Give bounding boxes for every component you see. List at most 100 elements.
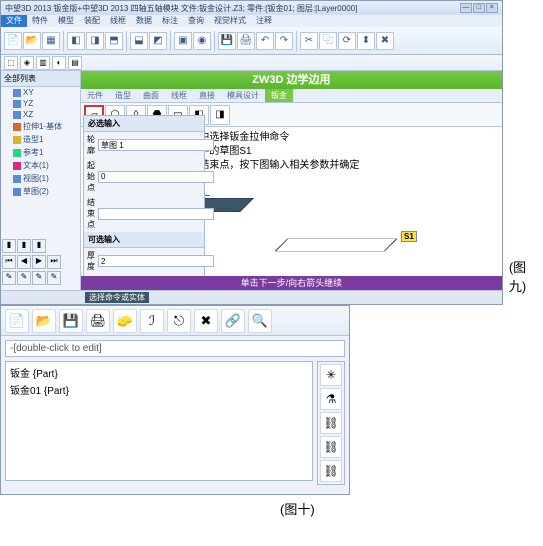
tab[interactable]: 标注 — [157, 15, 183, 27]
new-icon[interactable]: 📄 — [5, 309, 29, 333]
tool-icon[interactable]: ⬍ — [357, 32, 375, 50]
qt-icon[interactable]: ◐ — [52, 56, 66, 70]
maximize-button[interactable]: □ — [473, 3, 485, 13]
ribbon-toolbar: 📄 📂 ▦ ◧ ◨ ⬒ ⬓ ◩ ▣ ◉ 💾 🖨 ↶ ↷ ✂ ⿻ ⟳ ⬍ ✖ — [1, 27, 502, 55]
quick-toolbar: ⬚ ◈ ▥ ◐ ▤ — [1, 55, 502, 71]
end-input[interactable] — [98, 208, 214, 220]
cut-icon[interactable]: ✂ — [300, 32, 318, 50]
nav-icon[interactable]: ▮ — [17, 239, 31, 253]
tab[interactable]: 视觉样式 — [209, 15, 251, 27]
tab[interactable]: 线框 — [105, 15, 131, 27]
tab[interactable]: 模型 — [53, 15, 79, 27]
center-tab[interactable]: 线框 — [165, 89, 193, 102]
figure-caption-9: (图九) — [509, 257, 543, 295]
tool-icon[interactable]: ⟳ — [338, 32, 356, 50]
edit-icon[interactable]: ✎ — [32, 271, 46, 285]
nav-first-icon[interactable]: ⏮ — [2, 255, 16, 269]
tree-item[interactable]: 拉伸1·基体 — [1, 120, 80, 133]
list-item[interactable]: 钣金01 {Part} — [10, 381, 308, 398]
tab[interactable]: 查询 — [183, 15, 209, 27]
tab-file[interactable]: 文件 — [1, 15, 27, 27]
nav-icon[interactable]: ▮ — [32, 239, 46, 253]
tab[interactable]: 装配 — [79, 15, 105, 27]
tool-icon[interactable]: ✳ — [320, 364, 342, 386]
tool-icon[interactable]: ◧ — [67, 32, 85, 50]
link-icon[interactable]: 🔗 — [221, 309, 245, 333]
prop-label: 轮廓 — [87, 134, 95, 156]
prop-label: 起始点 — [87, 160, 95, 193]
search-icon[interactable]: 🔍 — [248, 309, 272, 333]
tab[interactable]: 数据 — [131, 15, 157, 27]
erase-icon[interactable]: 🧽 — [113, 309, 137, 333]
copy-icon[interactable]: ⿻ — [319, 32, 337, 50]
profile-input[interactable] — [98, 139, 214, 151]
nav-next-icon[interactable]: ▶ — [32, 255, 46, 269]
edit-hint[interactable]: -[double-click to edit] — [5, 340, 345, 357]
start-input[interactable] — [98, 171, 214, 183]
tool-icon[interactable]: ◩ — [149, 32, 167, 50]
tool-icon[interactable]: ⬒ — [105, 32, 123, 50]
tool-icon[interactable]: ▣ — [174, 32, 192, 50]
redo-icon[interactable]: ↷ — [275, 32, 293, 50]
center-tab[interactable]: 元件 — [81, 89, 109, 102]
qt-icon[interactable]: ▥ — [36, 56, 50, 70]
tool-icon[interactable]: ⛓ — [320, 412, 342, 434]
sketch-icon — [13, 188, 21, 196]
close-button[interactable]: × — [486, 3, 498, 13]
thickness-input[interactable] — [98, 255, 214, 267]
tree-item[interactable]: XZ — [1, 109, 80, 120]
tutorial-next-bar[interactable]: 单击下一步/向右箭头继续 — [81, 276, 502, 290]
tool-icon[interactable]: ⬓ — [130, 32, 148, 50]
print-icon[interactable]: 🖨 — [86, 309, 110, 333]
tree-item[interactable]: 造型1 — [1, 133, 80, 146]
nav-last-icon[interactable]: ⏭ — [47, 255, 61, 269]
title-bar: 中望3D 2013 钣金版+中望3D 2013 四轴五轴模块 文件:钣金设计.Z… — [1, 1, 502, 15]
tree-item[interactable]: 视图(1) — [1, 172, 80, 185]
tree-item[interactable]: 草图(2) — [1, 185, 80, 198]
tool-icon[interactable]: ▦ — [42, 32, 60, 50]
center-tabs: 元件 造型 曲面 线框 直接 模具设计 钣金 — [81, 89, 502, 103]
prop-header2: 可选输入 — [84, 232, 204, 248]
minimize-button[interactable]: — — [460, 3, 472, 13]
tab[interactable]: 注释 — [251, 15, 277, 27]
center-tab[interactable]: 曲面 — [137, 89, 165, 102]
tool-icon[interactable]: ⛓ — [320, 460, 342, 482]
qt-icon[interactable]: ▤ — [68, 56, 82, 70]
delete-icon[interactable]: ✖ — [194, 309, 218, 333]
nav-prev-icon[interactable]: ◀ — [17, 255, 31, 269]
center-tab[interactable]: 直接 — [193, 89, 221, 102]
qt-icon[interactable]: ◈ — [20, 56, 34, 70]
tool-icon[interactable]: ◉ — [193, 32, 211, 50]
tab[interactable]: 特件 — [27, 15, 53, 27]
tree-item[interactable]: XY — [1, 87, 80, 98]
open-icon[interactable]: 📂 — [23, 32, 41, 50]
save-icon[interactable]: 💾 — [59, 309, 83, 333]
center-tab-selected[interactable]: 钣金 — [265, 89, 293, 102]
tree-header: 全部列表 — [1, 71, 80, 87]
edit-icon[interactable]: ✎ — [2, 271, 16, 285]
center-tab[interactable]: 造型 — [109, 89, 137, 102]
new-icon[interactable]: 📄 — [4, 32, 22, 50]
tree-item[interactable]: 参考1 — [1, 146, 80, 159]
tool-icon[interactable]: ◨ — [86, 32, 104, 50]
save-icon[interactable]: 💾 — [218, 32, 236, 50]
open-icon[interactable]: 📂 — [32, 309, 56, 333]
undo-icon[interactable]: ↶ — [256, 32, 274, 50]
close-icon[interactable]: ✖ — [376, 32, 394, 50]
center-tab[interactable]: 模具设计 — [221, 89, 265, 102]
tree-item[interactable]: YZ — [1, 98, 80, 109]
nav-icon[interactable]: ▮ — [2, 239, 16, 253]
edit-icon[interactable]: ✎ — [17, 271, 31, 285]
edit-icon[interactable]: ✎ — [47, 271, 61, 285]
qt-icon[interactable]: ⬚ — [4, 56, 18, 70]
sketch-outline[interactable] — [275, 239, 398, 252]
parts-list[interactable]: 钣金 {Part} 钣金01 {Part} — [5, 361, 313, 481]
list-item[interactable]: 钣金 {Part} — [10, 364, 308, 381]
tool-icon[interactable]: ⛓ — [320, 436, 342, 458]
tool-button[interactable]: ◨ — [210, 105, 230, 125]
print-icon[interactable]: 🖨 — [237, 32, 255, 50]
exit-icon[interactable]: ⎋ — [167, 309, 191, 333]
tree-item[interactable]: 文本(1) — [1, 159, 80, 172]
brush-icon[interactable]: ℐ — [140, 309, 164, 333]
tool-icon[interactable]: ⚗ — [320, 388, 342, 410]
